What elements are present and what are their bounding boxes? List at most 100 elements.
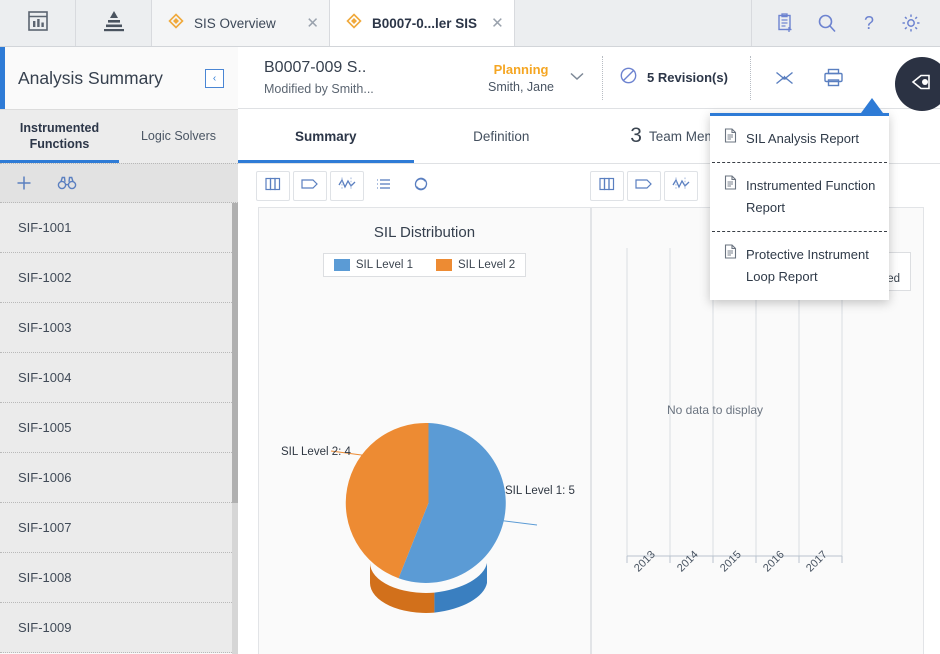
datasheet-subtitle: Modified by Smith... [264,82,374,96]
list-item[interactable]: SIF-1003 [0,303,238,353]
dropdown-arrow [861,98,883,113]
dashboard-icon-button[interactable] [0,0,76,46]
legend-item[interactable]: SIL Level 2 [436,259,515,271]
sidebar-accent-bar [0,47,5,109]
datasheet-actions [773,67,845,88]
refresh-icon-button[interactable] [404,171,438,201]
revisions-button[interactable]: 5 Revision(s) [619,66,728,90]
state-assignee: Smith, Jane [488,79,555,94]
tab-summary[interactable]: Summary [238,109,414,163]
tab-label: B0007-0...ler SIS [372,15,478,31]
chevron-down-icon[interactable] [568,70,586,85]
close-icon[interactable]: ✕ [306,16,319,31]
refresh-icon [412,176,430,197]
browser-tab-sis-overview[interactable]: SIS Overview ✕ [152,0,330,46]
hierarchy-icon-button[interactable] [76,0,152,46]
print-icon[interactable] [822,67,845,88]
document-icon [724,244,737,266]
pie-data-label-sil1: SIL Level 1: 5 [505,485,575,497]
list-item[interactable]: SIF-1002 [0,253,238,303]
state-selector[interactable]: Planning Smith, Jane [488,62,586,94]
print-reports-menu: SIL Analysis Report Instrumented Functio… [710,113,889,301]
state-name: Planning [493,61,549,77]
collapse-sidebar-button[interactable]: ‹ [205,68,224,88]
document-icon [724,175,737,197]
menu-item-instrumented-function-report[interactable]: Instrumented Function Report [710,163,889,231]
legend-box: SIL Level 1 SIL Level 2 [322,253,527,277]
tab-label: Definition [473,128,530,144]
list-icon-button[interactable] [367,171,401,201]
svg-text:?: ? [864,13,874,33]
revision-icon [619,66,638,90]
page-title: Analysis Summary [18,67,163,88]
tab-definition[interactable]: Definition [414,109,590,163]
line-chart-icon-button[interactable] [664,171,698,201]
binoculars-icon[interactable] [56,173,78,193]
sidebar-header: Analysis Summary ‹ [0,47,238,109]
instrumented-functions-list: SIF-1001 SIF-1002 SIF-1003 SIF-1004 SIF-… [0,203,238,653]
list-item[interactable]: SIF-1006 [0,453,238,503]
label-tag-icon [300,177,320,196]
label-tag-icon [634,177,654,196]
tab-count: 3 [630,124,642,147]
revisions-label: 5 Revision(s) [647,70,728,85]
columns-icon [598,176,616,197]
settings-gear-icon[interactable] [900,12,922,34]
list-item[interactable]: SIF-1005 [0,403,238,453]
list-item[interactable]: SIF-1004 [0,353,238,403]
datasheet-header: B0007-009 S.. Modified by Smith... Plann… [238,47,940,109]
new-document-icon[interactable] [774,12,796,34]
tab-strip-spacer [514,0,752,46]
sidebar-tabs: Instrumented Functions Logic Solvers [0,109,238,163]
help-icon[interactable]: ? [858,12,880,34]
close-icon[interactable]: ✕ [491,16,504,31]
columns-icon-button[interactable] [590,171,624,201]
sidebar-toolbar [0,163,238,203]
dashboard-icon [25,8,51,39]
list-item[interactable]: SIF-1008 [0,553,238,603]
legend-swatch [436,259,452,271]
line-chart-icon-button[interactable] [330,171,364,201]
header-divider-2 [749,55,751,100]
state-text-block: Planning Smith, Jane [488,62,554,94]
menu-item-label: Instrumented Function Report [746,178,876,216]
list-item[interactable]: SIF-1001 [0,203,238,253]
columns-icon [264,176,282,197]
legend-label: SIL Level 2 [458,259,516,271]
help-assistant-fab[interactable] [895,57,940,111]
diamond-icon [346,12,362,34]
left-chart-toolbar [252,165,438,207]
list-item[interactable]: SIF-1009 [0,603,238,653]
legend-swatch [333,259,350,271]
chart-legend: SIL Level 1 SIL Level 2 [259,253,590,277]
menu-item-label: Protective Instrument Loop Report [746,247,869,285]
tab-label: SIS Overview [194,15,276,31]
menu-item-protective-instrument-loop-report[interactable]: Protective Instrument Loop Report [710,232,889,300]
analysis-summary-sidebar: Analysis Summary ‹ Instrumented Function… [0,47,238,654]
tab-label: Summary [294,128,357,144]
chart-title: SIL Distribution [373,224,476,241]
list-item[interactable]: SIF-1007 [0,503,238,553]
add-icon[interactable] [14,173,34,193]
top-bar: SIS Overview ✕ B0007-0...ler SIS ✕ ? [0,0,940,47]
label-tag-icon-button[interactable] [293,171,327,201]
search-icon[interactable] [816,12,838,34]
browser-tab-b0007-sis[interactable]: B0007-0...ler SIS ✕ [330,0,515,46]
sidebar-tab-logic-solvers[interactable]: Logic Solvers [119,110,238,163]
header-divider [602,55,604,100]
legend-label: SIL Level 1 [355,259,413,271]
menu-item-sil-analysis-report[interactable]: SIL Analysis Report [710,116,889,162]
columns-icon-button[interactable] [256,171,290,201]
datasheet-title: B0007-009 S.. [264,59,367,76]
arrow-pointer-icon [909,71,935,98]
top-bar-actions: ? [752,0,940,46]
legend-item[interactable]: SIL Level 1 [333,259,413,271]
pie-data-label-sil2: SIL Level 2: 4 [281,446,351,458]
line-chart-icon [671,176,691,197]
split-view-icon[interactable] [773,68,796,88]
diamond-icon [168,12,184,34]
sidebar-tab-instrumented-functions[interactable]: Instrumented Functions [0,110,119,163]
document-icon [724,128,737,150]
sil-distribution-chart-card: SIL Distribution SIL Level 1 SIL Level 2 [258,207,591,654]
label-tag-icon-button[interactable] [627,171,661,201]
